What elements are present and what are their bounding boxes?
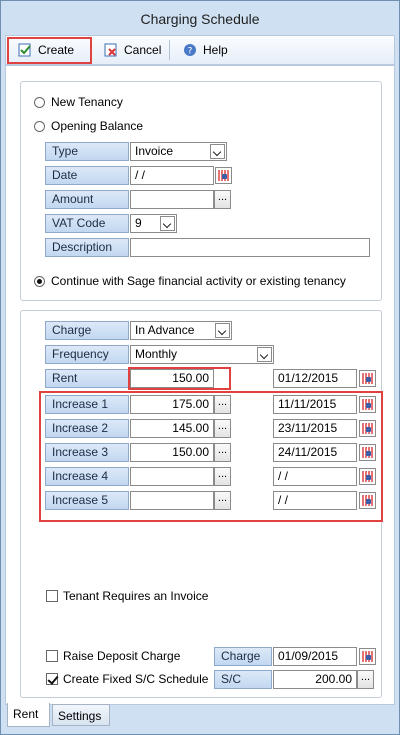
description-label: Description (45, 238, 129, 257)
chevron-down-icon (160, 216, 175, 231)
cancel-icon (104, 43, 118, 57)
increase-2-lookup-button[interactable]: ... (214, 419, 231, 438)
increase-1-amount-input[interactable]: 175.00 (130, 395, 214, 414)
help-button[interactable]: ? Help (177, 38, 234, 62)
vat-code-label: VAT Code (45, 214, 129, 233)
tenant-requires-invoice-checkbox[interactable]: Tenant Requires an Invoice (46, 589, 208, 603)
rent-highlight (128, 367, 231, 390)
rent-date-input[interactable]: 01/12/2015 (273, 369, 357, 388)
amount-label: Amount (45, 190, 129, 209)
calendar-icon[interactable] (359, 492, 376, 509)
tab-settings[interactable]: Settings (52, 704, 110, 726)
continue-radio[interactable]: Continue with Sage financial activity or… (34, 274, 346, 288)
vat-code-value: 9 (135, 216, 142, 230)
svg-text:?: ? (188, 47, 193, 57)
deposit-charge-date-input[interactable]: 01/09/2015 (273, 647, 357, 666)
increase-1-lookup-button[interactable]: ... (214, 395, 231, 414)
increase-1-label: Increase 1 (45, 395, 129, 414)
charge-value: In Advance (135, 323, 195, 337)
new-tenancy-label: New Tenancy (51, 95, 123, 109)
charging-schedule-window: Charging Schedule Create Cancel ? Help N… (0, 0, 400, 735)
increase-3-lookup-button[interactable]: ... (214, 443, 231, 462)
increase-5-date-input[interactable]: / / (273, 491, 357, 510)
rent-label: Rent (45, 369, 129, 388)
chevron-down-icon (257, 347, 272, 362)
increase-3-label: Increase 3 (45, 443, 129, 462)
increase-2-label: Increase 2 (45, 419, 129, 438)
sc-label: S/C (214, 670, 272, 689)
help-icon: ? (183, 43, 197, 57)
sc-lookup-button[interactable]: ... (357, 670, 374, 689)
increase-4-lookup-button[interactable]: ... (214, 467, 231, 486)
calendar-icon[interactable] (215, 167, 232, 184)
increase-5-lookup-button[interactable]: ... (214, 491, 231, 510)
amount-lookup-button[interactable]: ... (214, 190, 231, 209)
rent-schedule-group: Charge In Advance Frequency Monthly Rent… (20, 310, 383, 698)
amount-input[interactable] (130, 190, 214, 209)
chevron-down-icon (215, 323, 230, 338)
type-label: Type (45, 142, 129, 161)
date-label: Date (45, 166, 129, 185)
increase-1-date-input[interactable]: 11/11/2015 (273, 395, 357, 414)
chevron-down-icon (210, 144, 225, 159)
charge-label: Charge (45, 321, 129, 340)
help-label: Help (203, 43, 228, 57)
increase-3-amount-input[interactable]: 150.00 (130, 443, 214, 462)
deposit-label: Raise Deposit Charge (63, 649, 181, 663)
type-select[interactable]: Invoice (130, 142, 227, 161)
new-tenancy-radio[interactable]: New Tenancy (34, 95, 123, 109)
fixed-sc-label: Create Fixed S/C Schedule (63, 672, 209, 686)
calendar-icon[interactable] (359, 648, 376, 665)
checkbox-box (46, 650, 58, 662)
opening-balance-radio[interactable]: Opening Balance (34, 119, 143, 133)
calendar-icon[interactable] (359, 396, 376, 413)
cancel-button[interactable]: Cancel (98, 38, 167, 62)
toolbar-separator (169, 40, 170, 60)
increase-4-date-input[interactable]: / / (273, 467, 357, 486)
sc-amount-input[interactable]: 200.00 (273, 670, 357, 689)
radio-circle-selected (34, 275, 45, 287)
increase-3-date-input[interactable]: 24/11/2015 (273, 443, 357, 462)
continue-label: Continue with Sage financial activity or… (51, 274, 346, 288)
tab-rent[interactable]: Rent (7, 703, 50, 727)
calendar-icon[interactable] (359, 444, 376, 461)
calendar-icon[interactable] (359, 468, 376, 485)
increase-2-date-input[interactable]: 23/11/2015 (273, 419, 357, 438)
vat-code-select[interactable]: 9 (130, 214, 177, 233)
raise-deposit-checkbox[interactable]: Raise Deposit Charge (46, 649, 180, 663)
description-input[interactable] (130, 238, 370, 257)
increase-4-amount-input[interactable] (130, 467, 214, 486)
type-value: Invoice (135, 144, 174, 158)
window-title: Charging Schedule (140, 11, 260, 27)
increase-4-label: Increase 4 (45, 467, 129, 486)
checkbox-box (46, 590, 58, 602)
charge-select[interactable]: In Advance (130, 321, 232, 340)
deposit-charge-label: Charge (214, 647, 272, 666)
main-panel: New Tenancy Opening Balance Type Invoice… (5, 65, 395, 705)
tenancy-options-group: New Tenancy Opening Balance Type Invoice… (20, 81, 382, 301)
increase-5-amount-input[interactable] (130, 491, 214, 510)
create-fixed-sc-checkbox[interactable]: Create Fixed S/C Schedule (46, 672, 208, 686)
calendar-icon[interactable] (359, 370, 376, 387)
create-highlight (7, 37, 92, 64)
frequency-select[interactable]: Monthly (130, 345, 274, 364)
radio-circle (34, 120, 45, 132)
opening-balance-label: Opening Balance (51, 119, 144, 133)
cancel-label: Cancel (124, 43, 162, 57)
date-input[interactable]: / / (130, 166, 214, 185)
frequency-label: Frequency (45, 345, 129, 364)
frequency-value: Monthly (135, 347, 178, 361)
radio-circle (34, 96, 45, 108)
tenant-invoice-label: Tenant Requires an Invoice (63, 589, 209, 603)
increase-2-amount-input[interactable]: 145.00 (130, 419, 214, 438)
checkbox-box-checked (46, 673, 58, 685)
increase-5-label: Increase 5 (45, 491, 129, 510)
calendar-icon[interactable] (359, 420, 376, 437)
title-bar: Charging Schedule (1, 1, 399, 35)
